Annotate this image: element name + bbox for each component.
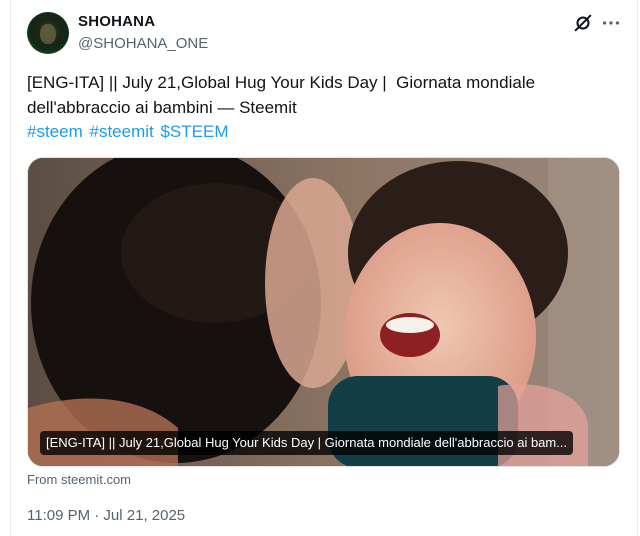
avatar[interactable] (27, 12, 69, 54)
link-card[interactable]: [ENG-ITA] || July 21,Global Hug Your Kid… (27, 157, 620, 467)
more-icon[interactable] (600, 12, 622, 34)
grok-icon[interactable] (572, 12, 594, 34)
card-source[interactable]: From steemit.com (27, 472, 131, 487)
avatar-face (40, 24, 56, 44)
hashtag-row: #steem #steemit $STEEM (27, 120, 231, 144)
hashtag-steem[interactable]: #steem (27, 122, 83, 141)
hashtag-steemit[interactable]: #steemit (89, 122, 153, 141)
tweet-text: [ENG-ITA] || July 21,Global Hug Your Kid… (27, 73, 540, 117)
card-caption: [ENG-ITA] || July 21,Global Hug Your Kid… (40, 431, 574, 455)
cashtag-steem[interactable]: $STEEM (160, 122, 228, 141)
author-display-name[interactable]: SHOHANA (78, 13, 155, 30)
card-image (28, 158, 619, 466)
tweet-timestamp[interactable]: 11:09 PM · Jul 21, 2025 (27, 507, 185, 524)
author-handle[interactable]: @SHOHANA_ONE (78, 35, 208, 52)
